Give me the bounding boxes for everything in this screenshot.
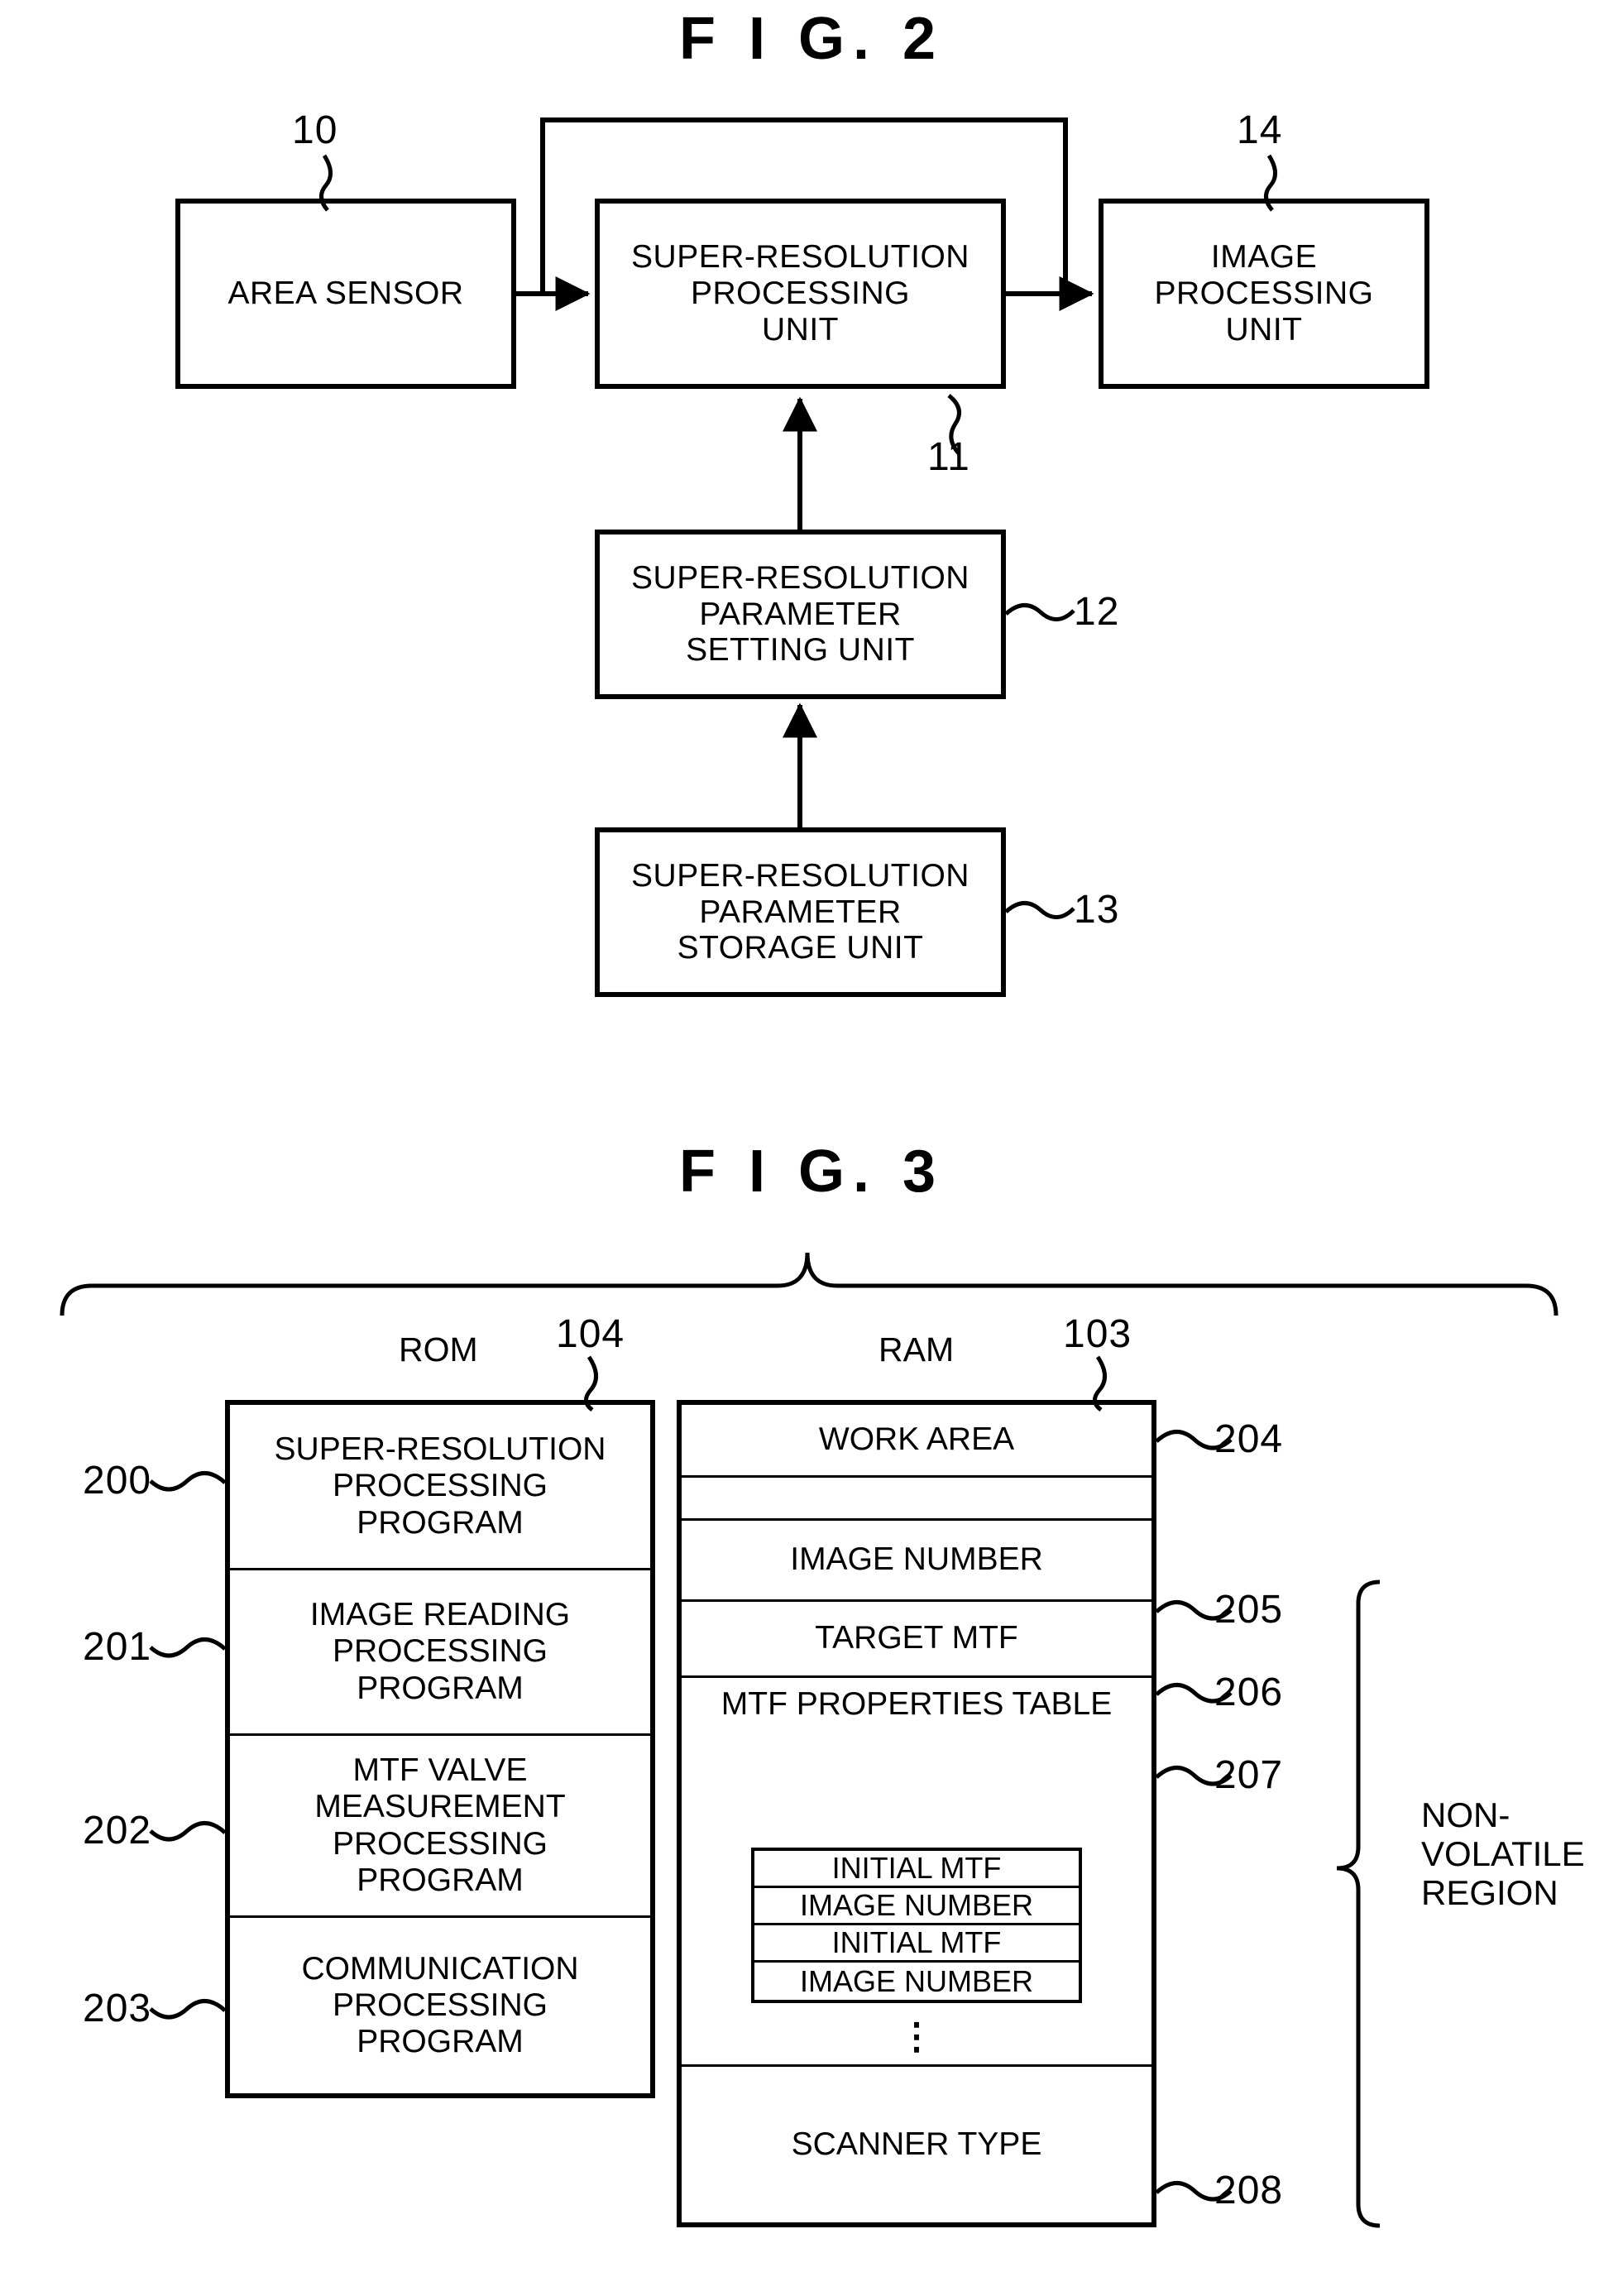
mtf-table-continuation-ellipsis: ⋮ xyxy=(898,2016,935,2057)
ref-numeral-207: 207 xyxy=(1214,1753,1284,1797)
block-area-sensor-label: AREA SENSOR xyxy=(227,276,464,312)
rom-row-image-reading-processing-program: IMAGE READING PROCESSING PROGRAM xyxy=(230,1570,650,1736)
rom-row-mtf-valve-measurement-processing-program: MTF VALVE MEASUREMENT PROCESSING PROGRAM xyxy=(230,1736,650,1918)
ref-numeral-12: 12 xyxy=(1074,590,1120,634)
block-super-resolution-parameter-storage-unit: SUPER-RESOLUTION PARAMETER STORAGE UNIT xyxy=(595,827,1006,997)
leader-ref-13 xyxy=(1004,901,1075,919)
leader-ref-201 xyxy=(149,1637,227,1658)
ref-numeral-11: 11 xyxy=(927,435,970,479)
mtf-subrow-initial-mtf-2: INITIAL MTF xyxy=(754,1925,1079,1963)
mtf-properties-subtable: INITIAL MTF IMAGE NUMBER INITIAL MTF IMA… xyxy=(751,1848,1082,2003)
figure-3-top-brace xyxy=(60,1252,1558,1316)
ref-numeral-10: 10 xyxy=(292,108,338,152)
block-area-sensor: AREA SENSOR xyxy=(175,199,516,389)
ref-numeral-13: 13 xyxy=(1074,888,1120,932)
ref-numeral-204: 204 xyxy=(1214,1417,1284,1461)
rom-column-header: ROM xyxy=(399,1330,478,1368)
rom-row-communication-processing-program: COMMUNICATION PROCESSING PROGRAM xyxy=(301,1950,579,2060)
non-volatile-region-note: NON- VOLATILE REGION xyxy=(1421,1795,1585,1913)
block-super-resolution-parameter-storage-unit-label: SUPER-RESOLUTION PARAMETER STORAGE UNIT xyxy=(631,857,969,966)
ram-row-target-mtf: TARGET MTF xyxy=(682,1602,1151,1678)
non-volatile-region-brace xyxy=(1336,1579,1381,2228)
rom-memory-map: SUPER-RESOLUTION PROCESSING PROGRAM IMAG… xyxy=(225,1400,655,2098)
ref-numeral-201: 201 xyxy=(83,1625,152,1669)
block-super-resolution-parameter-setting-unit-label: SUPER-RESOLUTION PARAMETER SETTING UNIT xyxy=(631,559,969,669)
mtf-subrow-image-number-2: IMAGE NUMBER xyxy=(799,1963,1034,1998)
ram-column-header: RAM xyxy=(879,1330,955,1368)
mtf-subrow-initial-mtf-1: INITIAL MTF xyxy=(754,1851,1079,1889)
leader-ref-203 xyxy=(149,1999,227,2020)
ref-numeral-103: 103 xyxy=(1063,1312,1132,1356)
block-super-resolution-processing-unit: SUPER-RESOLUTION PROCESSING UNIT xyxy=(595,199,1006,389)
block-super-resolution-processing-unit-label: SUPER-RESOLUTION PROCESSING UNIT xyxy=(631,239,969,348)
figure-2-title: F I G. 2 xyxy=(678,6,945,72)
ram-row-work-area: WORK AREA xyxy=(682,1405,1151,1478)
ref-numeral-206: 206 xyxy=(1214,1670,1284,1714)
block-super-resolution-parameter-setting-unit: SUPER-RESOLUTION PARAMETER SETTING UNIT xyxy=(595,530,1006,699)
ref-numeral-104: 104 xyxy=(556,1312,625,1356)
ram-row-scanner-type: SCANNER TYPE xyxy=(791,2126,1042,2162)
ram-row-image-number: IMAGE NUMBER xyxy=(682,1521,1151,1602)
ref-numeral-205: 205 xyxy=(1214,1588,1284,1632)
ref-numeral-200: 200 xyxy=(83,1459,152,1503)
ram-row-spacer xyxy=(682,1478,1151,1521)
ref-numeral-202: 202 xyxy=(83,1809,152,1853)
ram-memory-map: WORK AREA IMAGE NUMBER TARGET MTF MTF PR… xyxy=(677,1400,1156,2227)
leader-ref-200 xyxy=(149,1471,227,1492)
ref-numeral-14: 14 xyxy=(1237,108,1283,152)
block-image-processing-unit-label: IMAGE PROCESSING UNIT xyxy=(1154,239,1374,348)
mtf-subrow-image-number-1: IMAGE NUMBER xyxy=(754,1888,1079,1926)
leader-ref-12 xyxy=(1004,603,1075,621)
ref-numeral-203: 203 xyxy=(83,1987,152,2030)
patent-figure-sheet: F I G. 2 AREA SENSOR 10 SUPER-RESOLUTION… xyxy=(0,0,1623,2296)
rom-row-super-resolution-processing-program: SUPER-RESOLUTION PROCESSING PROGRAM xyxy=(230,1405,650,1570)
block-image-processing-unit: IMAGE PROCESSING UNIT xyxy=(1099,199,1429,389)
figure-3-title: F I G. 3 xyxy=(678,1138,945,1205)
ref-numeral-208: 208 xyxy=(1214,2169,1284,2212)
leader-ref-202 xyxy=(149,1821,227,1842)
